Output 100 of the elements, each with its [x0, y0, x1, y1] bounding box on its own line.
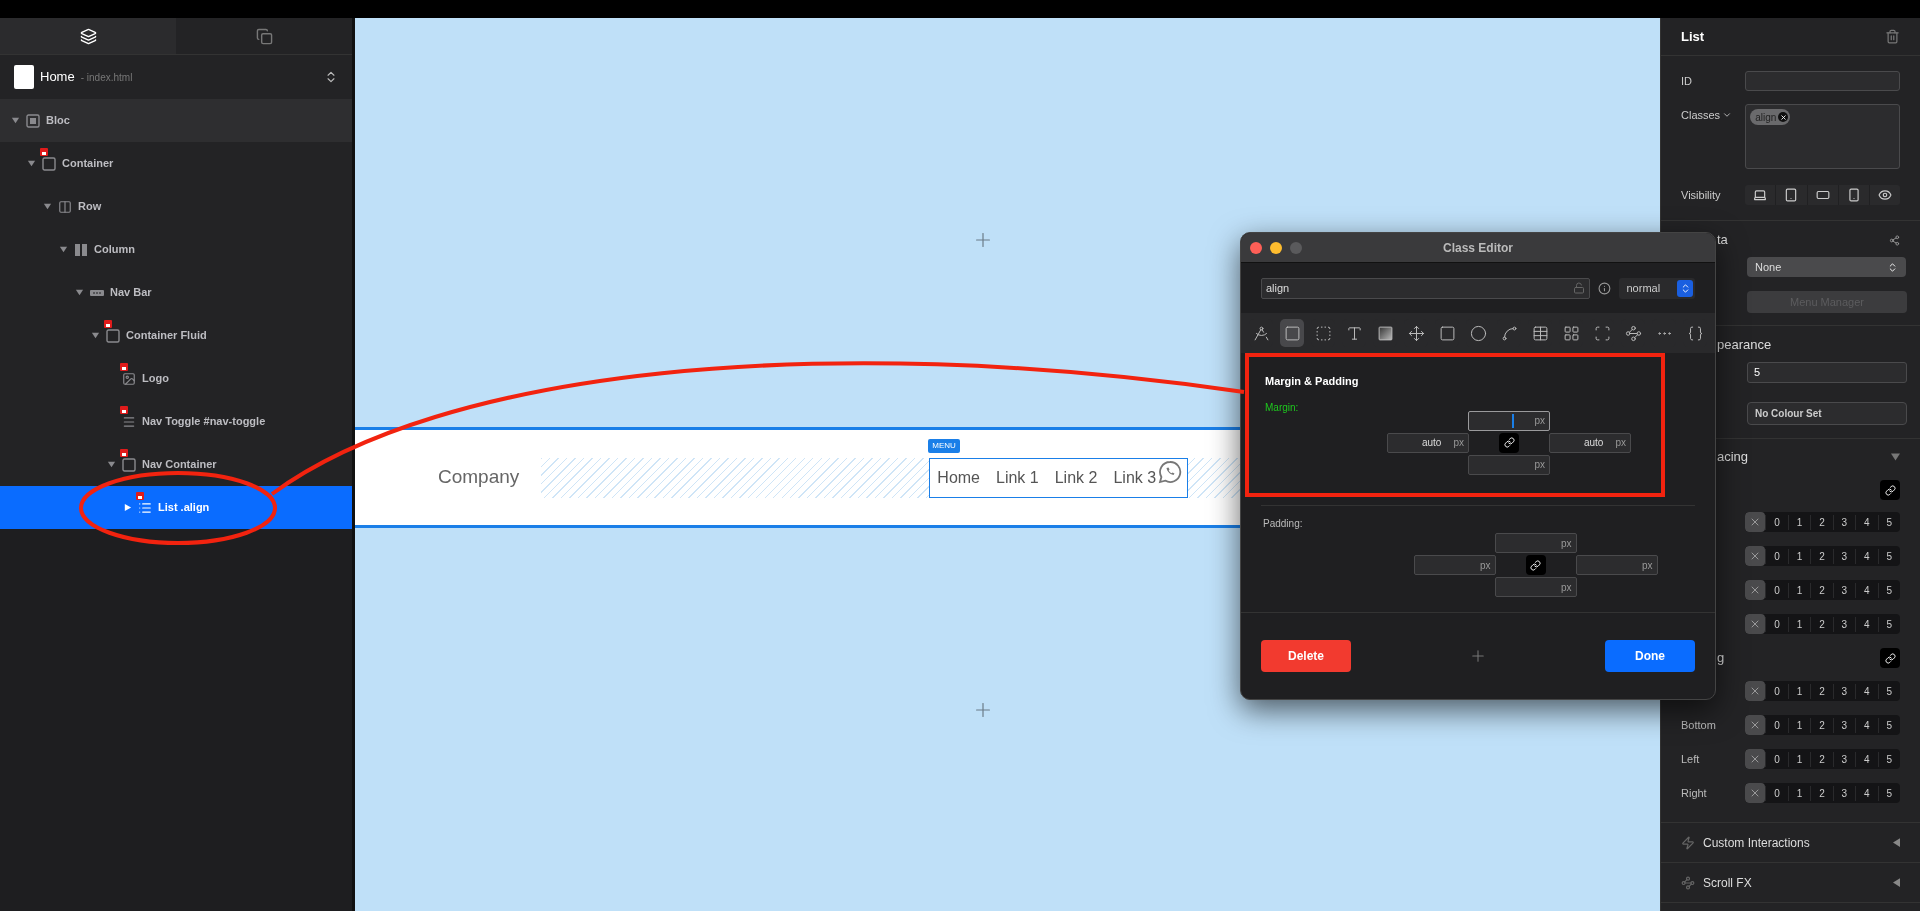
scale-option[interactable]: 2 — [1810, 514, 1833, 530]
colour-button[interactable]: No Colour Set — [1747, 402, 1907, 425]
collapsible-section[interactable]: Custom Interactions — [1661, 823, 1920, 863]
scale-option[interactable]: 4 — [1855, 683, 1878, 699]
margin-right-field[interactable]: auto px — [1549, 432, 1631, 453]
scale-option[interactable]: 1 — [1787, 785, 1811, 801]
link-button[interactable] — [1525, 555, 1546, 575]
link-button[interactable] — [1880, 480, 1900, 500]
collapse-triangle-icon[interactable] — [42, 202, 52, 211]
clear-icon[interactable] — [1745, 580, 1766, 600]
scale-option[interactable]: 0 — [1765, 717, 1788, 733]
scale-option[interactable]: 0 — [1765, 582, 1788, 598]
margin-top-field[interactable]: px — [1468, 410, 1550, 431]
layer-row[interactable]: Nav Bar — [0, 271, 352, 314]
padding-left-field[interactable]: px — [1413, 555, 1496, 575]
class-name-field[interactable]: align — [1261, 277, 1590, 299]
page-selector[interactable]: Home - index.html — [0, 55, 352, 99]
scale-option[interactable]: 4 — [1855, 751, 1878, 767]
scale-option[interactable]: 2 — [1810, 785, 1833, 801]
scale-option[interactable]: 0 — [1765, 514, 1788, 530]
scale-option[interactable]: 1 — [1787, 751, 1811, 767]
layer-row[interactable]: Bloc — [0, 99, 352, 142]
share-icon[interactable] — [1889, 234, 1900, 246]
scale-option[interactable]: 3 — [1832, 751, 1856, 767]
done-button[interactable]: Done — [1605, 640, 1695, 672]
clear-icon[interactable] — [1745, 749, 1766, 769]
link-button[interactable] — [1880, 648, 1900, 668]
lock-icon[interactable] — [1572, 282, 1585, 294]
margin-bottom-field[interactable]: px — [1468, 454, 1550, 475]
scale-option[interactable]: 5 — [1877, 548, 1900, 564]
scale-option[interactable]: 2 — [1810, 616, 1833, 632]
margin-left-field[interactable]: auto px — [1387, 432, 1469, 453]
nav-link[interactable]: Link 3 — [1113, 465, 1157, 490]
scale-option[interactable]: 3 — [1832, 514, 1856, 530]
trash-icon[interactable] — [1885, 29, 1900, 44]
scale-option[interactable]: 5 — [1877, 683, 1900, 699]
scale-option[interactable]: 0 — [1765, 548, 1788, 564]
scale-option[interactable]: 3 — [1832, 548, 1856, 564]
close-button[interactable] — [1250, 241, 1262, 254]
scale-option[interactable]: 3 — [1832, 717, 1856, 733]
scale-option[interactable]: 1 — [1787, 514, 1811, 530]
layer-row[interactable]: List .align — [0, 486, 352, 529]
clear-icon[interactable] — [1745, 512, 1766, 532]
scale-option[interactable]: 5 — [1877, 514, 1900, 530]
scale-option[interactable]: 4 — [1855, 514, 1878, 530]
scale-option[interactable]: 2 — [1810, 717, 1833, 733]
nav-link[interactable]: Home — [937, 465, 980, 490]
scale-option[interactable]: 1 — [1787, 683, 1811, 699]
box-model-icon[interactable] — [1280, 319, 1304, 347]
collapse-triangle-icon[interactable] — [10, 116, 20, 125]
collapse-triangle-icon[interactable] — [74, 288, 84, 297]
scale-option[interactable]: 0 — [1765, 785, 1788, 801]
clear-icon[interactable] — [1745, 783, 1766, 803]
scale-option[interactable]: 4 — [1855, 717, 1878, 733]
scale-option[interactable]: 2 — [1810, 751, 1833, 767]
padding-bottom-field[interactable]: px — [1494, 577, 1577, 597]
scale-option[interactable]: 4 — [1855, 548, 1878, 564]
scale-option[interactable]: 5 — [1877, 751, 1900, 767]
collapse-triangle-icon[interactable] — [58, 245, 68, 254]
clear-icon[interactable] — [1745, 614, 1766, 634]
padding-top-field[interactable]: px — [1494, 533, 1577, 553]
layer-row[interactable]: Column — [0, 228, 352, 271]
scale-option[interactable]: 4 — [1855, 616, 1878, 632]
remove-icon[interactable] — [1778, 112, 1789, 122]
scale-option[interactable]: 0 — [1765, 751, 1788, 767]
expand-triangle-icon[interactable] — [122, 503, 132, 512]
scale-option[interactable]: 2 — [1810, 548, 1833, 564]
minimize-button[interactable] — [1270, 241, 1282, 254]
scale-option[interactable]: 0 — [1765, 683, 1788, 699]
opacity-field[interactable]: 5 — [1747, 362, 1907, 383]
scale-option[interactable]: 1 — [1787, 717, 1811, 733]
scale-option[interactable]: 2 — [1810, 582, 1833, 598]
nav-link[interactable]: Link 1 — [996, 465, 1039, 490]
layer-row[interactable]: Container Fluid — [0, 314, 352, 357]
menu-select[interactable]: None — [1747, 257, 1906, 277]
collapse-triangle-icon[interactable] — [90, 331, 100, 340]
scale-option[interactable]: 4 — [1855, 582, 1878, 598]
nav-link[interactable]: Link 2 — [1054, 465, 1098, 490]
scale-option[interactable]: 3 — [1832, 683, 1856, 699]
scale-option[interactable]: 0 — [1765, 616, 1788, 632]
scale-option[interactable]: 1 — [1787, 582, 1811, 598]
layer-row[interactable]: Nav Toggle #nav-toggle — [0, 400, 352, 443]
scale-option[interactable]: 5 — [1877, 582, 1900, 598]
scale-option[interactable]: 3 — [1832, 785, 1856, 801]
scale-option[interactable]: 1 — [1787, 616, 1811, 632]
layer-row[interactable]: Row — [0, 185, 352, 228]
state-select[interactable]: normal — [1618, 277, 1695, 299]
layer-row[interactable]: Nav Container — [0, 443, 352, 486]
collapsible-section[interactable]: Scroll FX — [1661, 863, 1920, 903]
scale-option[interactable]: 3 — [1832, 616, 1856, 632]
scale-option[interactable]: 1 — [1787, 548, 1811, 564]
link-button[interactable] — [1499, 432, 1519, 453]
scale-option[interactable]: 2 — [1810, 683, 1833, 699]
collapse-triangle-icon[interactable] — [26, 159, 36, 168]
collapse-triangle-icon[interactable] — [1891, 453, 1900, 461]
clear-icon[interactable] — [1745, 546, 1766, 566]
layer-row[interactable]: Logo — [0, 357, 352, 400]
scale-option[interactable]: 5 — [1877, 616, 1900, 632]
info-icon[interactable] — [1597, 281, 1611, 295]
id-field[interactable] — [1745, 71, 1900, 91]
